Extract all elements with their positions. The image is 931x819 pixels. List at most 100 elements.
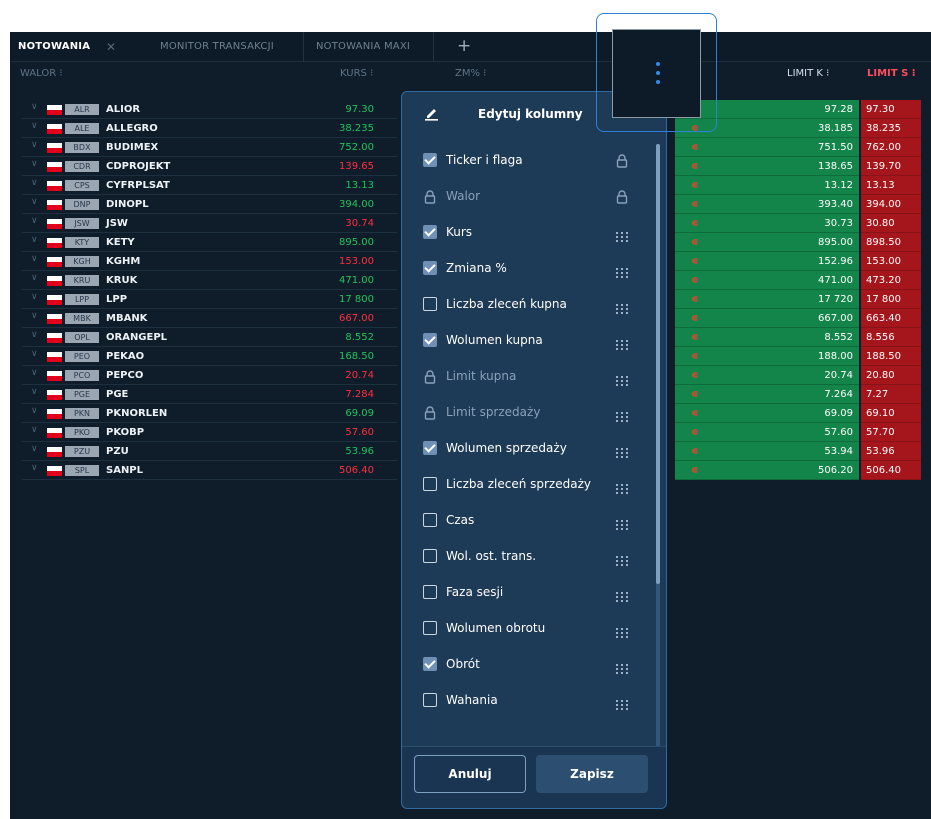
chevron-down-icon[interactable]: ∨ bbox=[31, 406, 38, 416]
chevron-down-icon[interactable]: ∨ bbox=[31, 349, 38, 359]
drag-handle-icon[interactable] bbox=[616, 623, 628, 638]
cart-icon[interactable]: ∊ bbox=[691, 385, 699, 404]
chevron-down-icon[interactable]: ∨ bbox=[31, 330, 38, 340]
column-checkbox[interactable] bbox=[423, 441, 437, 455]
cart-icon[interactable]: ∊ bbox=[691, 328, 699, 347]
drag-handle-icon[interactable] bbox=[616, 551, 628, 566]
column-checkbox[interactable] bbox=[423, 549, 437, 563]
column-checkbox[interactable] bbox=[423, 225, 437, 239]
column-header-zmiana[interactable]: ZM% ⁝ bbox=[455, 63, 486, 85]
column-option[interactable]: Wolumen obrotu bbox=[402, 610, 652, 646]
cancel-button[interactable]: Anuluj bbox=[414, 755, 526, 793]
cart-icon[interactable]: ∊ bbox=[691, 347, 699, 366]
column-header-limit-s[interactable]: LIMIT S ⁝ bbox=[867, 63, 916, 85]
column-checkbox[interactable] bbox=[423, 261, 437, 275]
column-option[interactable]: Obrót bbox=[402, 646, 652, 682]
close-tab-icon[interactable]: ✕ bbox=[106, 32, 116, 62]
chevron-down-icon[interactable]: ∨ bbox=[31, 102, 38, 112]
chevron-down-icon[interactable]: ∨ bbox=[31, 463, 38, 473]
column-option[interactable]: Liczba zleceń sprzedaży bbox=[402, 466, 652, 502]
column-checkbox[interactable] bbox=[423, 153, 437, 167]
column-checkbox[interactable] bbox=[423, 513, 437, 527]
add-tab-button[interactable]: + bbox=[457, 32, 471, 62]
price-value: 168.50 bbox=[339, 351, 374, 362]
column-header-limit-k[interactable]: LIMIT K ⁝ bbox=[787, 63, 829, 85]
drag-handle-icon[interactable] bbox=[616, 407, 628, 422]
instrument-name: BUDIMEX bbox=[106, 142, 159, 153]
column-checkbox[interactable] bbox=[423, 585, 437, 599]
save-button[interactable]: Zapisz bbox=[536, 755, 648, 793]
column-option[interactable]: Wolumen sprzedaży bbox=[402, 430, 652, 466]
drag-handle-icon[interactable] bbox=[616, 587, 628, 602]
column-option[interactable]: Limit sprzedaży bbox=[402, 394, 652, 430]
cart-icon[interactable]: ∊ bbox=[691, 461, 699, 480]
column-checkbox[interactable] bbox=[423, 657, 437, 671]
chevron-down-icon[interactable]: ∨ bbox=[31, 292, 38, 302]
column-option[interactable]: Kurs bbox=[402, 214, 652, 250]
cart-icon[interactable]: ∊ bbox=[691, 233, 699, 252]
column-header-walor[interactable]: WALOR ⁝ bbox=[20, 63, 63, 85]
drag-handle-icon[interactable] bbox=[616, 479, 628, 494]
drag-handle-icon[interactable] bbox=[616, 695, 628, 710]
column-header-kurs[interactable]: KURS ⁝ bbox=[340, 63, 373, 85]
dropdown-scrollbar-thumb[interactable] bbox=[656, 144, 660, 584]
chevron-down-icon[interactable]: ∨ bbox=[31, 140, 38, 150]
column-option[interactable]: Faza sesji bbox=[402, 574, 652, 610]
chevron-down-icon[interactable]: ∨ bbox=[31, 311, 38, 321]
chevron-down-icon[interactable]: ∨ bbox=[31, 368, 38, 378]
cart-icon[interactable]: ∊ bbox=[691, 195, 699, 214]
column-checkbox[interactable] bbox=[423, 693, 437, 707]
tab-notowania[interactable]: NOTOWANIA bbox=[18, 32, 90, 62]
drag-handle-icon[interactable] bbox=[616, 335, 628, 350]
chevron-down-icon[interactable]: ∨ bbox=[31, 197, 38, 207]
column-checkbox[interactable] bbox=[423, 333, 437, 347]
chevron-down-icon[interactable]: ∨ bbox=[31, 159, 38, 169]
chevron-down-icon[interactable]: ∨ bbox=[31, 444, 38, 454]
column-checkbox[interactable] bbox=[423, 477, 437, 491]
cart-icon[interactable]: ∊ bbox=[691, 309, 699, 328]
drag-handle-icon[interactable] bbox=[616, 299, 628, 314]
chevron-down-icon[interactable]: ∨ bbox=[31, 235, 38, 245]
chevron-down-icon[interactable]: ∨ bbox=[31, 425, 38, 435]
drag-handle-icon[interactable] bbox=[616, 515, 628, 530]
column-option[interactable]: Walor bbox=[402, 178, 652, 214]
lock-icon bbox=[616, 189, 628, 204]
column-option[interactable]: Ticker i flaga bbox=[402, 142, 652, 178]
cart-icon[interactable]: ∊ bbox=[691, 271, 699, 290]
chevron-down-icon[interactable]: ∨ bbox=[31, 216, 38, 226]
drag-handle-icon[interactable] bbox=[616, 443, 628, 458]
column-option[interactable]: Zmiana % bbox=[402, 250, 652, 286]
chevron-down-icon[interactable]: ∨ bbox=[31, 273, 38, 283]
chevron-down-icon[interactable]: ∨ bbox=[31, 254, 38, 264]
cart-icon[interactable]: ∊ bbox=[691, 252, 699, 271]
cart-icon[interactable]: ∊ bbox=[691, 366, 699, 385]
drag-handle-icon[interactable] bbox=[616, 263, 628, 278]
cart-icon[interactable]: ∊ bbox=[691, 138, 699, 157]
tab-monitor-transakcji[interactable]: MONITOR TRANSAKCJI bbox=[160, 32, 274, 62]
chevron-down-icon[interactable]: ∨ bbox=[31, 387, 38, 397]
cart-icon[interactable]: ∊ bbox=[691, 404, 699, 423]
price-value: 394.00 bbox=[339, 199, 374, 210]
tab-notowania-maxi[interactable]: NOTOWANIA MAXI bbox=[316, 32, 410, 62]
drag-handle-icon[interactable] bbox=[616, 227, 628, 242]
column-option[interactable]: Wol. ost. trans. bbox=[402, 538, 652, 574]
column-checkbox[interactable] bbox=[423, 621, 437, 635]
column-option[interactable]: Wahania bbox=[402, 682, 652, 718]
cart-icon[interactable]: ∊ bbox=[691, 214, 699, 233]
column-option[interactable]: Liczba zleceń kupna bbox=[402, 286, 652, 322]
drag-handle-icon[interactable] bbox=[616, 659, 628, 674]
cart-icon[interactable]: ∊ bbox=[691, 176, 699, 195]
cart-icon[interactable]: ∊ bbox=[691, 290, 699, 309]
column-option[interactable]: Wolumen kupna bbox=[402, 322, 652, 358]
instrument-name: DINOPL bbox=[106, 199, 149, 210]
chevron-down-icon[interactable]: ∨ bbox=[31, 121, 38, 131]
column-option[interactable]: Czas bbox=[402, 502, 652, 538]
chevron-down-icon[interactable]: ∨ bbox=[31, 178, 38, 188]
more-options-button[interactable] bbox=[612, 29, 701, 118]
cart-icon[interactable]: ∊ bbox=[691, 423, 699, 442]
column-checkbox[interactable] bbox=[423, 297, 437, 311]
cart-icon[interactable]: ∊ bbox=[691, 442, 699, 461]
drag-handle-icon[interactable] bbox=[616, 371, 628, 386]
column-option[interactable]: Limit kupna bbox=[402, 358, 652, 394]
cart-icon[interactable]: ∊ bbox=[691, 157, 699, 176]
